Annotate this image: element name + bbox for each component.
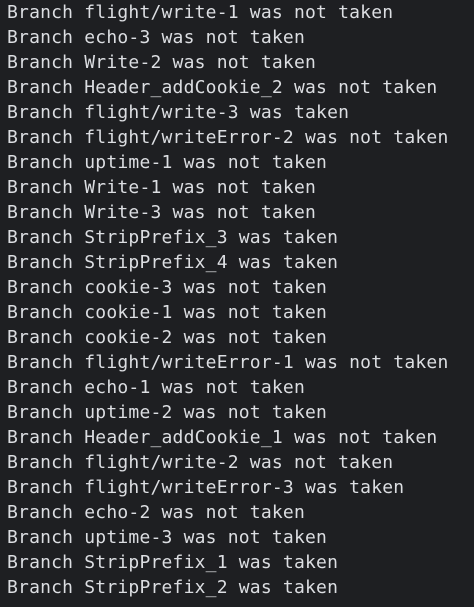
output-line: Branch StripPrefix_4 was taken bbox=[7, 252, 339, 273]
output-line: Branch flight/write-1 was not taken bbox=[7, 2, 394, 23]
output-line: Branch flight/writeError-1 was not taken bbox=[7, 352, 449, 373]
output-line: Branch flight/writeError-3 was taken bbox=[7, 477, 405, 498]
output-line: Branch cookie-2 was not taken bbox=[7, 327, 328, 348]
output-line: Branch echo-1 was not taken bbox=[7, 377, 305, 398]
output-line: Branch uptime-1 was not taken bbox=[7, 152, 328, 173]
output-line: Branch echo-3 was not taken bbox=[7, 27, 305, 48]
output-line: Branch uptime-2 was not taken bbox=[7, 402, 328, 423]
output-line: Branch StripPrefix_1 was taken bbox=[7, 552, 339, 573]
output-line: Branch Write-2 was not taken bbox=[7, 52, 317, 73]
output-line: Branch echo-2 was not taken bbox=[7, 502, 305, 523]
output-line: Branch uptime-3 was not taken bbox=[7, 527, 328, 548]
terminal-output[interactable]: Branch flight/write-1 was not taken Bran… bbox=[0, 0, 474, 607]
output-line: Branch cookie-3 was not taken bbox=[7, 277, 328, 298]
output-line: Branch Header_addCookie_2 was not taken bbox=[7, 77, 438, 98]
output-line: Branch StripPrefix_2 was taken bbox=[7, 577, 339, 598]
output-line: Branch Header_addCookie_1 was not taken bbox=[7, 427, 438, 448]
output-line: Branch cookie-1 was not taken bbox=[7, 302, 328, 323]
output-line: Branch StripPrefix_3 was taken bbox=[7, 227, 339, 248]
output-line: Branch Write-3 was not taken bbox=[7, 202, 317, 223]
output-line: Branch flight/write-2 was not taken bbox=[7, 452, 394, 473]
output-line: Branch flight/write-3 was taken bbox=[7, 102, 350, 123]
output-line: Branch Write-1 was not taken bbox=[7, 177, 317, 198]
output-line: Branch flight/writeError-2 was not taken bbox=[7, 127, 449, 148]
